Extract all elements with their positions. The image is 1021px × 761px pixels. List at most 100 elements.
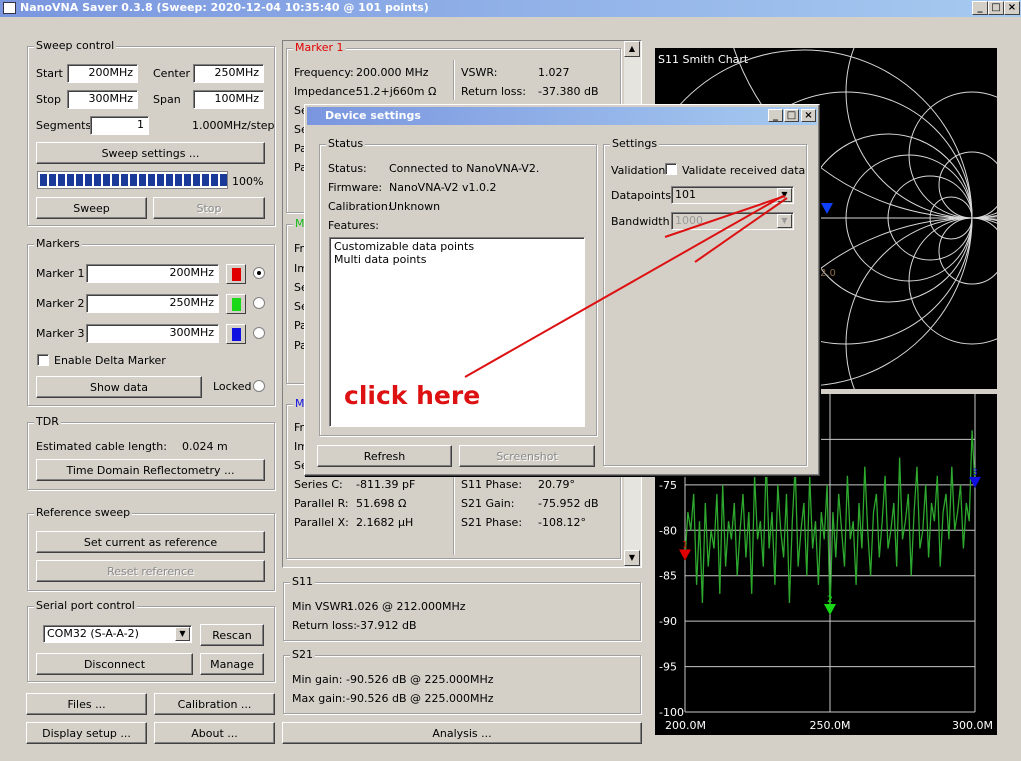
- about-button[interactable]: About ...: [154, 722, 275, 744]
- serial-port-title: Serial port control: [34, 599, 137, 612]
- datapoints-dropdown-icon[interactable]: ▼: [777, 188, 792, 202]
- y-tick-label: -90: [659, 615, 677, 628]
- bandwidth-select[interactable]: 1000 ▼: [671, 212, 794, 230]
- tdr-button[interactable]: Time Domain Reflectometry ...: [36, 459, 265, 481]
- color-swatch-icon: [232, 298, 241, 311]
- rescan-button[interactable]: Rescan: [200, 624, 264, 646]
- marker-2-frequency-input[interactable]: 250MHz: [86, 294, 219, 313]
- delta-marker-checkbox[interactable]: [37, 354, 49, 366]
- marker-1-color-button[interactable]: [226, 264, 246, 284]
- span-label: Span: [153, 93, 181, 106]
- y-tick-label: -80: [659, 524, 677, 537]
- app-icon: [3, 2, 16, 14]
- calibration-value: Unknown: [389, 200, 441, 213]
- start-label: Start: [36, 67, 63, 80]
- dialog-title-bar: Device settings _ □ ×: [307, 107, 817, 125]
- m1-column-separator: [453, 60, 455, 100]
- manage-button[interactable]: Manage: [200, 653, 264, 675]
- s11-return-loss-value: -37.912 dB: [356, 619, 417, 632]
- marker-3-frequency-input[interactable]: 300MHz: [86, 324, 219, 343]
- calibration-button[interactable]: Calibration ...: [154, 693, 275, 715]
- m3-s21-gain-label: S21 Gain:: [461, 497, 515, 510]
- y-tick-label: -75: [659, 479, 677, 492]
- marker-2-active-radio[interactable]: [253, 297, 265, 309]
- reference-sweep-title: Reference sweep: [34, 506, 133, 519]
- marker-1-frequency-input[interactable]: 200MHz: [86, 264, 219, 283]
- stop-label: Stop: [36, 93, 62, 106]
- device-settings-dialog: Device settings _ □ × Status Status: Con…: [304, 104, 820, 476]
- marker-3-label: Marker 3: [36, 327, 85, 340]
- locked-radio[interactable]: [253, 380, 265, 392]
- bandwidth-label: Bandwidth: [611, 215, 670, 228]
- screenshot-button[interactable]: Screenshot: [459, 445, 595, 467]
- serial-port-select[interactable]: COM32 (S-A-A-2) ▼: [43, 625, 192, 643]
- m3-s11-phase-value: 20.79°: [538, 478, 575, 491]
- refresh-button[interactable]: Refresh: [317, 445, 452, 467]
- display-setup-button[interactable]: Display setup ...: [26, 722, 147, 744]
- chart-marker-label: 2: [827, 595, 833, 605]
- smith-partial-label: 2.0: [820, 268, 836, 279]
- bandwidth-dropdown-icon[interactable]: ▼: [777, 214, 792, 228]
- y-tick-label: -100: [659, 706, 684, 719]
- step-text: 1.000MHz/step: [192, 119, 275, 132]
- validate-checkbox[interactable]: [665, 163, 677, 175]
- center-input[interactable]: 250MHz: [193, 64, 264, 83]
- cable-length-label: Estimated cable length:: [36, 440, 167, 453]
- start-input[interactable]: 200MHz: [67, 64, 138, 83]
- show-data-button[interactable]: Show data: [36, 376, 202, 398]
- m1-return-loss-value: -37.380 dB: [538, 85, 599, 98]
- dialog-close-button[interactable]: ×: [801, 109, 816, 122]
- dialog-minimize-button[interactable]: _: [768, 109, 783, 122]
- marker-3-active-radio[interactable]: [253, 327, 265, 339]
- sweep-progress-bar: [37, 171, 228, 189]
- minimize-button[interactable]: _: [972, 1, 988, 15]
- marker-1-active-radio[interactable]: [253, 267, 265, 279]
- s21-min-gain-label: Min gain:: [292, 673, 343, 686]
- disconnect-button[interactable]: Disconnect: [36, 653, 193, 675]
- progress-text: 100%: [232, 175, 264, 188]
- maximize-button[interactable]: □: [988, 1, 1004, 15]
- chevron-down-icon[interactable]: ▼: [175, 627, 190, 641]
- analysis-button[interactable]: Analysis ...: [282, 722, 642, 744]
- files-button[interactable]: Files ...: [26, 693, 147, 715]
- datapoints-select[interactable]: 101 ▼: [671, 186, 794, 204]
- s11-return-loss-label: Return loss:: [292, 619, 357, 632]
- close-button[interactable]: ×: [1004, 1, 1020, 15]
- dialog-maximize-button[interactable]: □: [784, 109, 799, 122]
- m3-s21-phase-value: -108.12°: [538, 516, 586, 529]
- span-input[interactable]: 100MHz: [193, 90, 264, 109]
- validate-checkbox-label: Validate received data: [682, 164, 806, 177]
- scroll-down-icon[interactable]: ▼: [624, 550, 640, 566]
- s21-summary-title: S21: [290, 648, 315, 661]
- y-tick-label: -95: [659, 661, 677, 674]
- dialog-title: Device settings: [325, 109, 421, 122]
- m3-s21-gain-value: -75.952 dB: [538, 497, 599, 510]
- x-tick-label: 250.0M: [810, 719, 851, 732]
- features-label: Features:: [328, 219, 380, 232]
- m1-vswr-value: 1.027: [538, 66, 570, 79]
- sweep-settings-button[interactable]: Sweep settings ...: [36, 142, 265, 164]
- stop-input[interactable]: 300MHz: [67, 90, 138, 109]
- tdr-title: TDR: [34, 415, 61, 428]
- segments-input[interactable]: 1: [90, 116, 149, 135]
- set-reference-button[interactable]: Set current as reference: [36, 531, 265, 553]
- sweep-button[interactable]: Sweep: [36, 197, 147, 219]
- x-tick-label: 300.0M: [952, 719, 993, 732]
- features-list[interactable]: Customizable data points Multi data poin…: [329, 237, 585, 427]
- m2-partial-row: Fr: [294, 242, 305, 255]
- m1-impedance-value: 51.2+j660m Ω: [356, 85, 437, 98]
- marker-1-label: Marker 1: [36, 267, 85, 280]
- scroll-up-icon[interactable]: ▲: [624, 41, 640, 57]
- firmware-label: Firmware:: [328, 181, 383, 194]
- marker-3-color-button[interactable]: [226, 324, 246, 344]
- stop-button[interactable]: Stop: [153, 197, 265, 219]
- chart-marker-1: [679, 549, 691, 561]
- color-swatch-icon: [232, 328, 241, 341]
- window-title: NanoVNA Saver 0.3.8 (Sweep: 2020-12-04 1…: [20, 1, 429, 14]
- reset-reference-button[interactable]: Reset reference: [36, 560, 265, 582]
- m1-frequency-value: 200.000 MHz: [356, 66, 429, 79]
- m3-s21-phase-label: S21 Phase:: [461, 516, 523, 529]
- list-item: Customizable data points: [334, 240, 475, 253]
- marker-2-color-button[interactable]: [226, 294, 246, 314]
- status-label: Status:: [328, 162, 367, 175]
